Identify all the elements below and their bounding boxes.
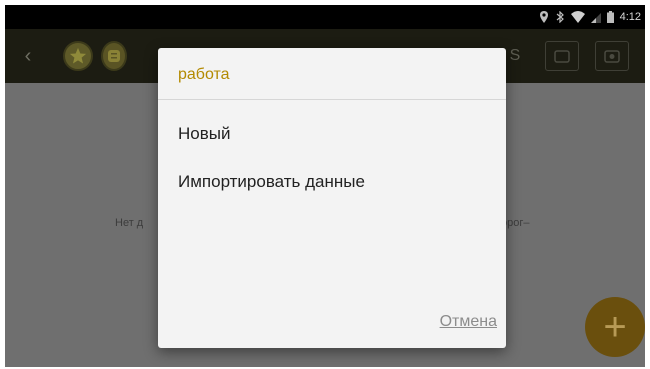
box-icon[interactable]	[595, 41, 629, 71]
dialog: работа Новый Импортировать данные Отмена	[158, 48, 506, 348]
box-glyph	[554, 50, 570, 63]
status-icons: 4:12	[539, 9, 641, 25]
dialog-divider	[158, 99, 506, 100]
signal-icon	[590, 13, 601, 23]
location-icon	[539, 11, 548, 23]
status-time: 4:12	[619, 11, 641, 23]
coin-glyph	[108, 50, 120, 62]
dialog-item-new[interactable]: Новый	[178, 124, 230, 144]
dialog-title: работа	[178, 66, 230, 83]
star-icon[interactable]	[63, 41, 93, 71]
box-glyph	[604, 50, 620, 63]
battery-icon	[606, 11, 614, 23]
s-icon[interactable]: S	[505, 41, 525, 71]
back-arrow-icon[interactable]: ‹	[19, 41, 37, 71]
empty-state-text: Нет д	[115, 217, 144, 229]
bluetooth-icon	[556, 11, 564, 23]
wifi-icon	[570, 11, 585, 23]
cancel-button[interactable]: Отмена	[440, 313, 497, 331]
coin-icon[interactable]	[101, 41, 127, 71]
star-glyph	[69, 47, 87, 64]
add-fab-button[interactable]: +	[585, 297, 645, 357]
box-icon[interactable]	[545, 41, 579, 71]
dialog-item-import-data[interactable]: Импортировать данные	[178, 172, 365, 192]
app-screen: 4:12 ‹ S Нет д орог– + работа Новый Импо…	[5, 5, 645, 367]
plus-icon: +	[603, 305, 627, 349]
status-bar: 4:12	[5, 5, 645, 29]
